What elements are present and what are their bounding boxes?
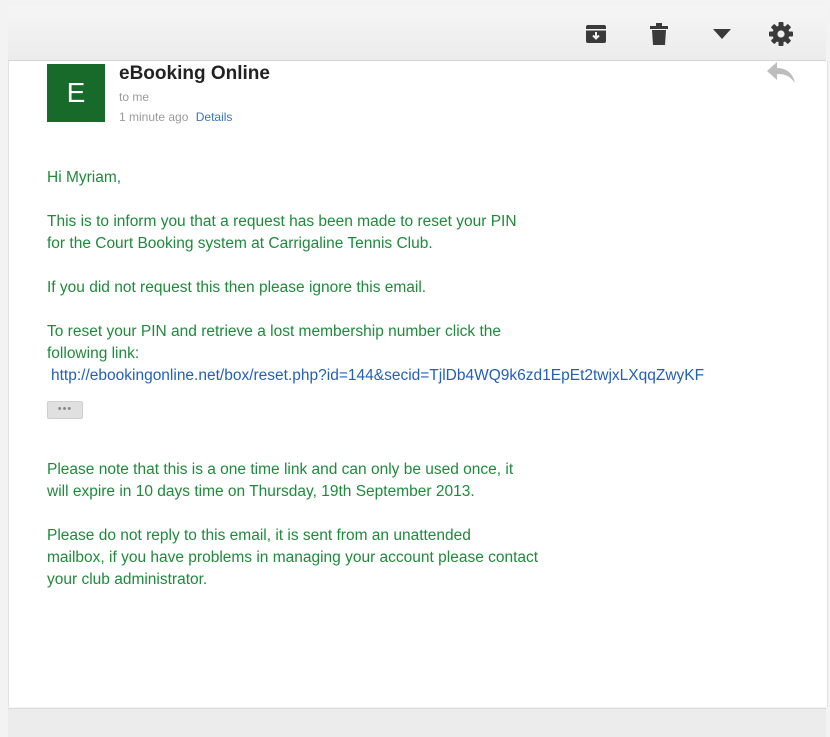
delete-button[interactable] <box>645 20 673 48</box>
body-line: for the Court Booking system at Carrigal… <box>47 235 433 252</box>
details-link[interactable]: Details <box>196 110 233 124</box>
body-line: your club administrator. <box>47 571 208 588</box>
archive-button[interactable] <box>582 20 610 48</box>
message-toolbar <box>8 6 826 61</box>
body-line: Please note that this is a one time link… <box>47 461 514 478</box>
archive-icon <box>586 25 606 43</box>
chevron-down-icon <box>713 29 731 39</box>
message-body: Hi Myriam, This is to inform you that a … <box>47 167 807 591</box>
settings-button[interactable] <box>767 20 795 48</box>
recipient-label: to me <box>119 90 150 104</box>
body-line: To reset your PIN and retrieve a lost me… <box>47 323 501 340</box>
message-meta: 1 minute ago Details <box>119 110 232 124</box>
reply-button[interactable] <box>766 61 796 87</box>
body-line: will expire in 10 days time on Thursday,… <box>47 483 475 500</box>
show-trimmed-content-button[interactable]: ••• <box>47 401 83 419</box>
trash-icon <box>650 23 668 45</box>
body-line: following link: <box>47 345 140 362</box>
body-line: mailbox, if you have problems in managin… <box>47 549 539 566</box>
email-message: E eBooking Online to me 1 minute ago Det… <box>8 61 828 707</box>
message-time: 1 minute ago <box>119 110 189 124</box>
more-actions-button[interactable] <box>708 20 736 48</box>
body-line: If you did not request this then please … <box>47 279 427 296</box>
body-line: Please do not reply to this email, it is… <box>47 527 471 544</box>
reset-pin-link[interactable]: http://ebookingonline.net/box/reset.php?… <box>47 365 799 387</box>
sender-name: eBooking Online <box>119 63 270 84</box>
body-line: This is to inform you that a request has… <box>47 213 517 230</box>
greeting: Hi Myriam, <box>47 169 122 186</box>
gear-icon <box>769 22 793 46</box>
reply-icon <box>767 62 795 83</box>
sender-avatar: E <box>47 64 105 122</box>
footer-bar <box>8 708 826 737</box>
